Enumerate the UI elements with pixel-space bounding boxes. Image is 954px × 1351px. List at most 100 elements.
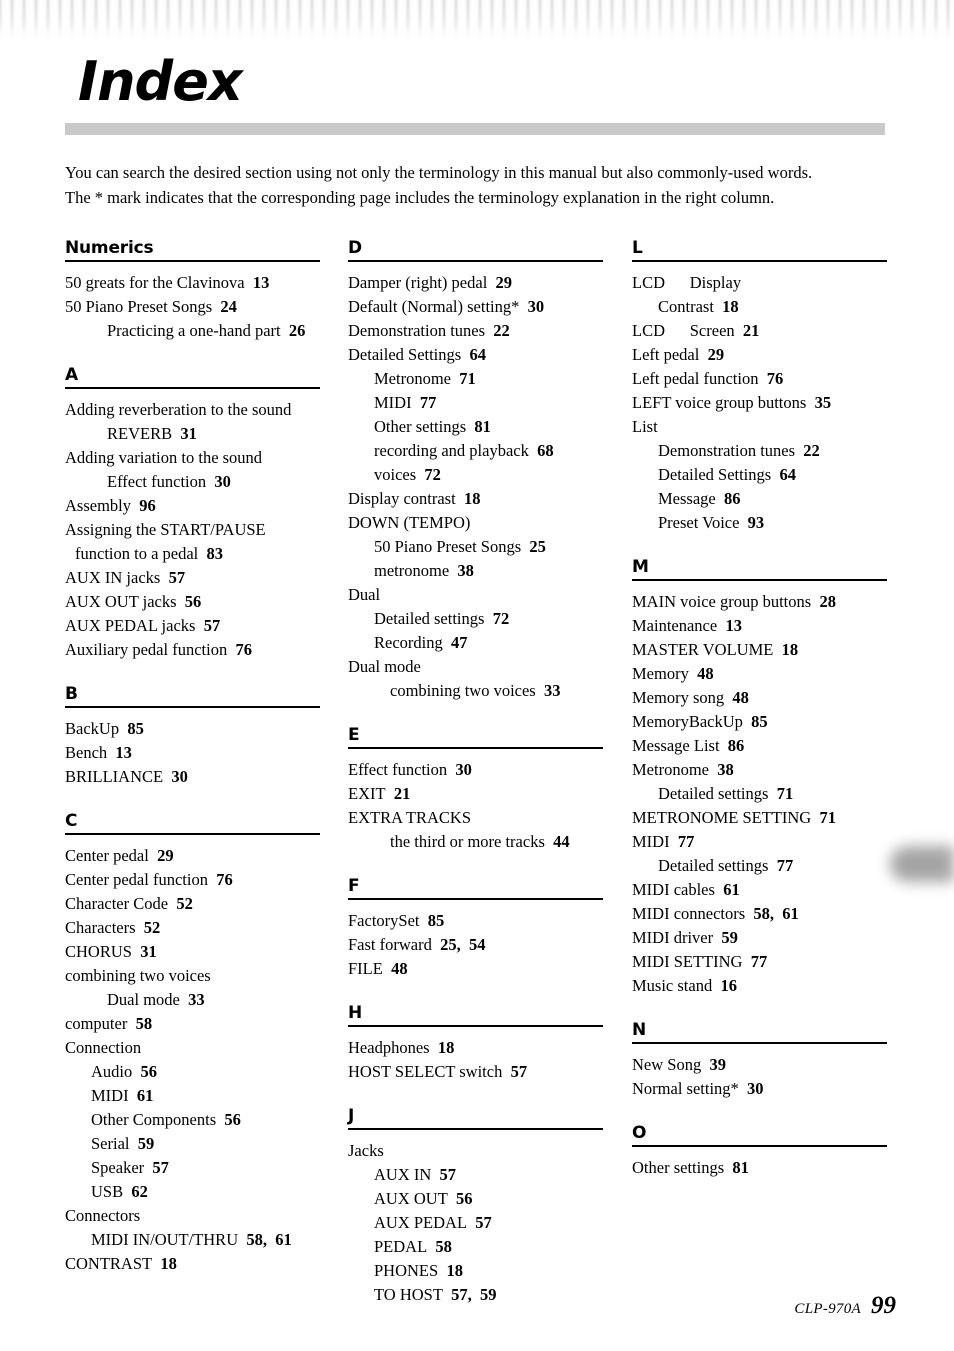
index-entry-page-number[interactable]: 76 <box>227 640 252 659</box>
index-entry[interactable]: Demonstration tunes 22 <box>348 319 603 343</box>
index-entry-page-number[interactable]: 29 <box>149 846 174 865</box>
index-entry[interactable]: CONTRAST 18 <box>65 1252 320 1276</box>
index-entry[interactable]: Effect function 30 <box>65 470 320 494</box>
index-entry[interactable]: recording and playback 68 <box>348 439 603 463</box>
index-entry[interactable]: MIDI IN/OUT/THRU 58, 61 <box>65 1228 320 1252</box>
index-entry-page-number[interactable]: 22 <box>795 441 820 460</box>
index-entry[interactable]: Normal setting* 30 <box>632 1077 887 1101</box>
index-entry[interactable]: Audio 56 <box>65 1060 320 1084</box>
index-entry-page-number[interactable]: 13 <box>717 616 742 635</box>
index-entry[interactable]: Serial 59 <box>65 1132 320 1156</box>
index-entry[interactable]: combining two voices 33 <box>348 679 603 703</box>
index-entry-page-number[interactable]: 57 <box>431 1165 457 1184</box>
index-entry[interactable]: Other Components 56 <box>65 1108 320 1132</box>
index-entry[interactable]: REVERB 31 <box>65 422 320 446</box>
index-entry-page-number[interactable]: 18 <box>430 1038 455 1057</box>
index-entry-page-number[interactable]: 22 <box>485 321 510 340</box>
index-entry-page-number[interactable]: 31 <box>172 424 197 443</box>
index-entry-page-number[interactable]: 77 <box>768 856 794 875</box>
index-entry-page-number[interactable]: 61 <box>715 880 740 899</box>
index-entry[interactable]: MASTER VOLUME 18 <box>632 638 887 662</box>
index-entry[interactable]: Dual mode 33 <box>65 988 320 1012</box>
index-entry-page-number[interactable]: 57 <box>502 1062 528 1081</box>
index-entry-page-number[interactable]: 59 <box>130 1134 155 1153</box>
index-entry[interactable]: BackUp 85 <box>65 717 320 741</box>
index-entry-page-number[interactable]: 61 <box>129 1086 154 1105</box>
index-entry-page-number[interactable]: 56 <box>216 1110 241 1129</box>
index-entry[interactable]: Metronome 38 <box>632 758 887 782</box>
index-entry-page-number[interactable]: 26 <box>281 321 306 340</box>
index-entry-page-number[interactable]: 93 <box>739 513 765 532</box>
index-entry[interactable]: 50 Piano Preset Songs 25 <box>348 535 603 559</box>
index-entry-page-number[interactable]: 86 <box>720 736 745 755</box>
index-entry[interactable]: Damper (right) pedal 29 <box>348 271 603 295</box>
index-entry[interactable]: MemoryBackUp 85 <box>632 710 887 734</box>
index-entry[interactable]: metronome 38 <box>348 559 603 583</box>
index-entry[interactable]: MIDI SETTING 77 <box>632 950 887 974</box>
index-entry[interactable]: Characters 52 <box>65 916 320 940</box>
index-entry[interactable]: Demonstration tunes 22 <box>632 439 887 463</box>
index-entry-page-number[interactable]: 16 <box>712 976 737 995</box>
index-entry[interactable]: Bench 13 <box>65 741 320 765</box>
index-entry[interactable]: MIDI 77 <box>632 830 887 854</box>
index-entry-page-number[interactable]: 47 <box>443 633 468 652</box>
index-entry[interactable]: Recording 47 <box>348 631 603 655</box>
index-entry-page-number[interactable]: 18 <box>438 1261 463 1280</box>
index-entry[interactable]: EXIT 21 <box>348 782 603 806</box>
index-entry[interactable]: Metronome 71 <box>348 367 603 391</box>
index-entry[interactable]: Detailed settings 71 <box>632 782 887 806</box>
index-entry[interactable]: Center pedal function 76 <box>65 868 320 892</box>
index-entry-page-number[interactable]: 57 <box>160 568 186 587</box>
index-entry[interactable]: Left pedal function 76 <box>632 367 887 391</box>
index-entry[interactable]: MIDI 77 <box>348 391 603 415</box>
index-entry[interactable]: Message 86 <box>632 487 887 511</box>
index-entry-page-number[interactable]: 85 <box>420 911 445 930</box>
index-entry-page-number[interactable]: 77 <box>742 952 768 971</box>
index-entry[interactable]: Fast forward 25, 54 <box>348 933 603 957</box>
index-entry-page-number[interactable]: 77 <box>670 832 695 851</box>
index-entry[interactable]: Detailed settings 77 <box>632 854 887 878</box>
index-entry-page-number[interactable]: 18 <box>773 640 799 659</box>
index-entry[interactable]: Practicing a one-hand part 26 <box>65 319 320 343</box>
index-entry-page-number[interactable]: 13 <box>245 273 270 292</box>
index-entry[interactable]: 50 Piano Preset Songs 24 <box>65 295 320 319</box>
index-entry-page-number[interactable]: 81 <box>466 417 491 436</box>
index-entry-page-number[interactable]: 81 <box>724 1158 749 1177</box>
index-entry[interactable]: Effect function 30 <box>348 758 603 782</box>
index-entry[interactable]: Assigning the START/PAUSE <box>65 518 320 542</box>
index-entry-page-number[interactable]: 58, 61 <box>745 904 798 923</box>
index-entry-page-number[interactable]: 59 <box>713 928 738 947</box>
index-entry-page-number[interactable]: 85 <box>743 712 768 731</box>
index-entry[interactable]: Detailed settings 72 <box>348 607 603 631</box>
index-entry[interactable]: Detailed Settings 64 <box>632 463 887 487</box>
index-entry-page-number[interactable]: 18 <box>456 489 481 508</box>
index-entry[interactable]: BRILLIANCE 30 <box>65 765 320 789</box>
index-entry[interactable]: function to a pedal 83 <box>65 542 320 566</box>
index-entry-page-number[interactable]: 29 <box>699 345 725 364</box>
index-entry[interactable]: MIDI 61 <box>65 1084 320 1108</box>
index-entry-page-number[interactable]: 56 <box>177 592 202 611</box>
index-entry[interactable]: FactorySet 85 <box>348 909 603 933</box>
index-entry-page-number[interactable]: 31 <box>132 942 157 961</box>
index-entry-page-number[interactable]: 72 <box>484 609 510 628</box>
index-entry-page-number[interactable]: 71 <box>451 369 476 388</box>
index-entry[interactable]: PHONES 18 <box>348 1259 603 1283</box>
index-entry[interactable]: PEDAL 58 <box>348 1235 603 1259</box>
index-entry[interactable]: Memory 48 <box>632 662 887 686</box>
index-entry-page-number[interactable]: 57 <box>144 1158 169 1177</box>
index-entry-page-number[interactable]: 18 <box>152 1254 177 1273</box>
index-entry-page-number[interactable]: 21 <box>386 784 411 803</box>
index-entry-page-number[interactable]: 30 <box>519 297 545 316</box>
index-entry-page-number[interactable]: 30 <box>739 1079 764 1098</box>
index-entry[interactable]: MIDI driver 59 <box>632 926 887 950</box>
index-entry[interactable]: List <box>632 415 887 439</box>
index-entry-page-number[interactable]: 21 <box>735 321 760 340</box>
index-entry[interactable]: combining two voices <box>65 964 320 988</box>
index-entry[interactable]: the third or more tracks 44 <box>348 830 603 854</box>
index-entry-page-number[interactable]: 85 <box>119 719 144 738</box>
index-entry[interactable]: LCD Display <box>632 271 887 295</box>
index-entry-page-number[interactable]: 76 <box>208 870 233 889</box>
index-entry-page-number[interactable]: 86 <box>716 489 741 508</box>
index-entry[interactable]: AUX IN 57 <box>348 1163 603 1187</box>
index-entry[interactable]: EXTRA TRACKS <box>348 806 603 830</box>
